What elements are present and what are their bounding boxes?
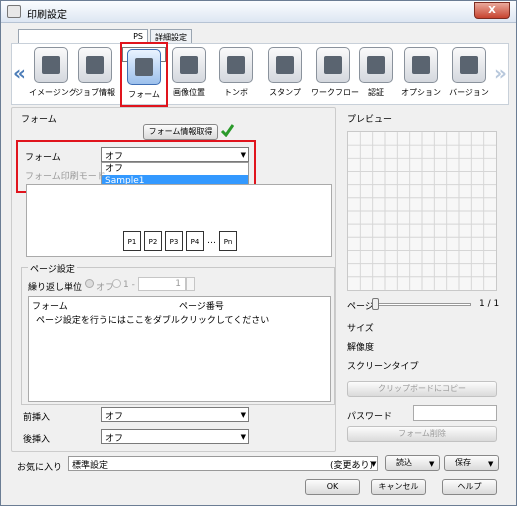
toolbar-item[interactable]: イメージング — [29, 47, 77, 98]
page-icon: P1 — [123, 231, 141, 251]
toolbar-item-label: オプション — [401, 88, 441, 97]
workflow-icon — [316, 47, 350, 83]
glyph-icon — [324, 56, 342, 74]
help-button[interactable]: ヘルプ — [442, 479, 497, 495]
form-group-title: フォーム — [21, 115, 57, 125]
close-button[interactable]: X — [474, 2, 510, 19]
glyph-icon — [180, 56, 198, 74]
password-field[interactable] — [413, 405, 497, 421]
preview-grid — [347, 131, 497, 291]
page-icon: P3 — [165, 231, 183, 251]
ok-button[interactable]: OK — [305, 479, 360, 495]
repeat-one-label: 1 - — [123, 280, 135, 290]
check-icon — [220, 124, 234, 137]
ellipsis: … — [207, 236, 216, 246]
toolbar-item[interactable]: 認証 — [354, 47, 398, 98]
glyph-icon — [460, 56, 478, 74]
glyph-icon — [86, 56, 104, 74]
password-label: パスワード — [347, 412, 393, 422]
stepper-arrows-icon[interactable] — [186, 277, 195, 291]
copy-to-clipboard-button[interactable]: クリップボードにコピー — [347, 381, 497, 397]
toolbar-item[interactable]: ジョブ情報 — [73, 47, 117, 98]
glyph-icon — [42, 56, 60, 74]
page-settings-table[interactable]: フォーム ページ番号 ページ設定を行うにはここをダブルクリックしてください — [28, 296, 331, 402]
page-settings-hint: ページ設定を行うにはここをダブルクリックしてください — [36, 316, 270, 326]
crop-mark-icon — [219, 47, 253, 83]
toolbar-item[interactable]: バージョン — [447, 47, 491, 98]
page-slider-thumb[interactable] — [372, 298, 379, 310]
job-info-icon — [78, 47, 112, 83]
page-icon: Pn — [219, 231, 237, 251]
page-settings-title: ページ設定 — [28, 262, 77, 275]
image-position-icon — [172, 47, 206, 83]
repeat-value-stepper[interactable]: 1 — [138, 277, 186, 291]
toolbar-item-label: トンボ — [224, 88, 248, 97]
scroll-left-icon[interactable]: « — [13, 61, 26, 85]
toolbar-item-label: ワークフロー — [311, 88, 359, 97]
chevron-down-icon: ▼ — [240, 411, 246, 419]
toolbar-item-label: 認証 — [368, 88, 384, 97]
column-header-page-number: ページ番号 — [179, 302, 224, 312]
toolbar-item-label: ジョブ情報 — [75, 88, 115, 97]
page-count: 1 / 1 — [479, 299, 500, 309]
page-slider-track[interactable] — [373, 303, 471, 306]
glyph-icon — [412, 56, 430, 74]
front-insert-label: 前挿入 — [23, 413, 51, 423]
favorites-value: 標準設定 — [72, 461, 109, 471]
glyph-icon — [367, 56, 385, 74]
repeat-off-radio[interactable] — [85, 279, 94, 288]
toolbar-item[interactable]: ワークフロー — [311, 47, 359, 98]
option-icon — [404, 47, 438, 83]
back-insert-select[interactable]: オフ ▼ — [101, 429, 249, 444]
toolbar-item-label: 画像位置 — [173, 88, 205, 97]
favorites-select[interactable]: 標準設定 (変更あり) — [68, 456, 378, 471]
repeat-one-radio[interactable] — [112, 279, 121, 288]
toolbar-item-label: バージョン — [449, 88, 489, 97]
glyph-icon — [276, 56, 294, 74]
toolbar-item[interactable]: 画像位置 — [167, 47, 211, 98]
load-chevron-down-icon[interactable]: ▼ — [429, 460, 434, 468]
toolbar-item[interactable]: スタンプ — [263, 47, 307, 98]
repeat-unit-label: 繰り返し単位 — [28, 283, 83, 293]
save-chevron-down-icon[interactable]: ▼ — [488, 460, 493, 468]
preview-title: プレビュー — [347, 115, 393, 125]
toolbar-item-label: イメージング — [29, 88, 77, 97]
chevron-down-icon: ▼ — [240, 433, 246, 441]
toolbar-item[interactable]: オプション — [399, 47, 443, 98]
page-sequence: P1 P2 P3 P4… Pn — [123, 231, 240, 251]
page-label: ページ — [347, 302, 374, 312]
chevron-down-icon[interactable]: ▼ — [371, 460, 376, 468]
size-label: サイズ — [347, 324, 374, 334]
front-insert-select[interactable]: オフ ▼ — [101, 407, 249, 422]
toolbar-item-label: スタンプ — [269, 88, 301, 97]
printer-icon — [7, 5, 21, 18]
resolution-label: 解像度 — [347, 343, 375, 353]
column-header-form: フォーム — [32, 302, 68, 312]
cancel-button[interactable]: キャンセル — [371, 479, 426, 495]
back-insert-value: オフ — [105, 434, 124, 444]
scroll-right-icon[interactable]: » — [494, 61, 507, 85]
screen-type-label: スクリーンタイプ — [347, 362, 419, 372]
page-icon: P4 — [186, 231, 204, 251]
page-icon: P2 — [144, 231, 162, 251]
imaging-icon — [34, 47, 68, 83]
authentication-icon — [359, 47, 393, 83]
window-title: 印刷設定 — [27, 10, 67, 21]
favorites-status: (変更あり) — [329, 461, 373, 471]
back-insert-label: 後挿入 — [23, 435, 51, 445]
favorites-label: お気に入り — [17, 463, 63, 473]
glyph-icon — [227, 56, 245, 74]
title-bar: 印刷設定 X — [1, 1, 516, 23]
print-settings-dialog: 印刷設定 X PS 詳細設定 « » イメージング ジョブ情報 フォーム 画像位置 トン… — [0, 0, 517, 506]
delete-form-button[interactable]: フォーム削除 — [347, 426, 497, 442]
version-icon — [452, 47, 486, 83]
stamp-icon — [268, 47, 302, 83]
highlight-form-tab — [120, 42, 168, 107]
toolbar-item[interactable]: トンボ — [214, 47, 258, 98]
front-insert-value: オフ — [105, 412, 124, 422]
get-form-info-button[interactable]: フォーム情報取得 — [143, 124, 218, 140]
form-preview-box: P1 P2 P3 P4… Pn — [26, 184, 332, 257]
